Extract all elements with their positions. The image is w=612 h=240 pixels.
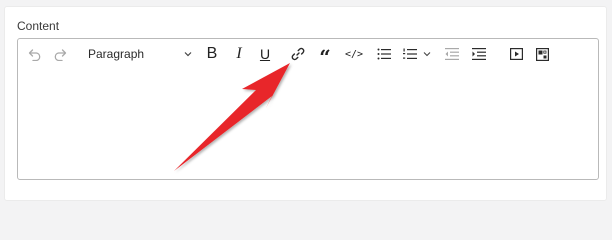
numbered-list-button[interactable] xyxy=(402,45,418,63)
editor-toolbar: Paragraph B I U “ </> xyxy=(18,39,598,69)
bullet-list-button[interactable] xyxy=(376,45,392,63)
italic-button[interactable]: I xyxy=(232,45,246,63)
redo-icon xyxy=(54,49,67,61)
editor-content-area[interactable] xyxy=(18,69,598,179)
underline-button[interactable]: U xyxy=(258,45,272,63)
indent-button[interactable] xyxy=(471,45,487,63)
rich-text-editor: Paragraph B I U “ </> xyxy=(17,38,599,180)
link-icon xyxy=(291,47,305,61)
insert-media-button[interactable] xyxy=(508,45,524,63)
bullet-list-icon xyxy=(377,48,391,60)
bold-button[interactable]: B xyxy=(205,45,219,63)
chevron-down-icon xyxy=(423,52,431,57)
underline-icon: U xyxy=(259,46,271,62)
blockquote-button[interactable]: “ xyxy=(317,45,333,69)
code-button[interactable]: </> xyxy=(344,45,364,63)
numbered-list-options[interactable] xyxy=(422,45,432,63)
media-embed-icon xyxy=(509,48,523,60)
outdent-icon xyxy=(445,48,459,60)
undo-button[interactable] xyxy=(27,45,43,63)
italic-icon: I xyxy=(236,45,242,62)
insert-image-button[interactable] xyxy=(534,45,550,63)
numbered-list-icon xyxy=(403,48,417,59)
insert-link-button[interactable] xyxy=(290,45,306,63)
content-card: Content Paragraph B I U “ </> xyxy=(4,6,607,201)
code-icon: </> xyxy=(344,48,364,60)
quote-icon: “ xyxy=(319,45,331,69)
chevron-down-icon xyxy=(184,52,192,57)
image-icon xyxy=(535,47,549,61)
redo-button[interactable] xyxy=(52,45,68,63)
block-format-select[interactable]: Paragraph xyxy=(88,45,192,63)
bold-icon: B xyxy=(206,45,218,62)
undo-icon xyxy=(28,49,41,61)
outdent-button[interactable] xyxy=(444,45,460,63)
indent-icon xyxy=(472,48,486,60)
block-format-value: Paragraph xyxy=(88,47,145,61)
content-field-label: Content xyxy=(17,19,60,33)
